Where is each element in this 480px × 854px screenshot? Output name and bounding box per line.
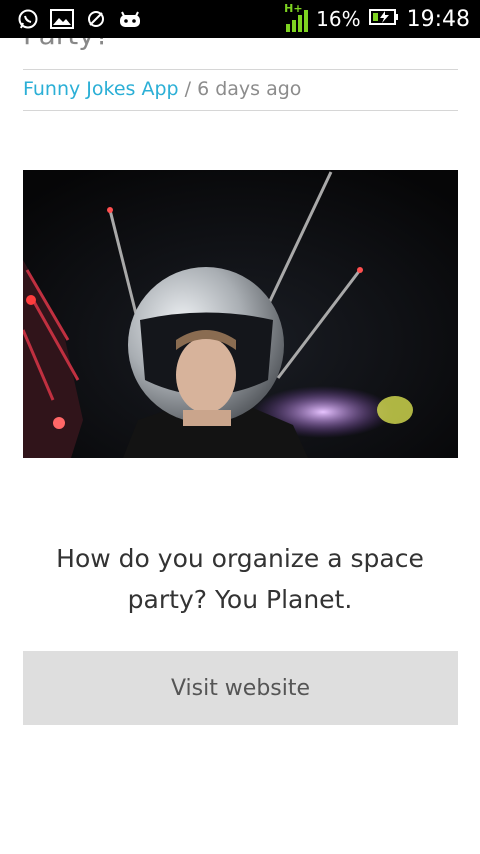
meta-separator: / (178, 78, 198, 100)
android-icon (118, 7, 142, 31)
no-sync-icon (84, 7, 108, 31)
whatsapp-icon (16, 7, 40, 31)
status-bar: H+ 16% 19:48 (0, 0, 480, 38)
divider (23, 110, 458, 111)
posted-date: 6 days ago (197, 78, 302, 100)
source-link[interactable]: Funny Jokes App (23, 78, 179, 100)
gallery-icon (50, 7, 74, 31)
divider (23, 69, 458, 70)
clock: 19:48 (406, 6, 470, 32)
article-title: Party? (23, 38, 110, 51)
battery-charging-icon (368, 8, 399, 30)
battery-percent: 16% (316, 7, 361, 31)
article-view[interactable]: Party? Funny Jokes App / 6 days ago (0, 38, 480, 854)
article-image (23, 170, 458, 458)
network-signal-icon: H+ (284, 2, 309, 32)
article-meta: Funny Jokes App / 6 days ago (23, 78, 301, 100)
network-type-label: H+ (284, 2, 303, 15)
joke-text: How do you organize a space party? You P… (56, 544, 424, 614)
visit-website-button[interactable]: Visit website (23, 651, 458, 725)
